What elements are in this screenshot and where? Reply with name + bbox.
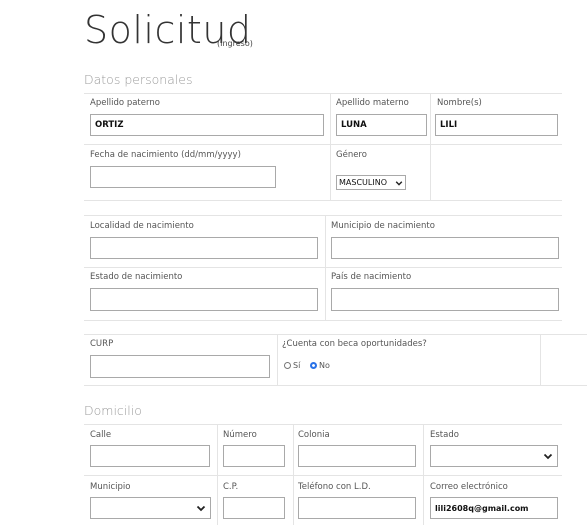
section-title-domicilio: Domicilio [84, 403, 142, 418]
label-telefono: Teléfono con L.D. [298, 482, 371, 492]
label-beca: ¿Cuenta con beca oportunidades? [282, 339, 427, 349]
divider [84, 144, 562, 145]
divider [217, 424, 218, 525]
divider [84, 215, 562, 216]
colonia-input[interactable] [298, 445, 416, 467]
label-apellido-paterno: Apellido paterno [90, 98, 160, 108]
label-calle: Calle [90, 430, 112, 440]
fecha-nacimiento-input[interactable] [90, 166, 276, 188]
divider [423, 424, 424, 525]
divider [430, 93, 431, 200]
section-title-personal: Datos personales [84, 72, 193, 87]
divider [84, 267, 562, 268]
label-estado: Estado [430, 430, 459, 440]
label-municipio-nacimiento: Municipio de nacimiento [331, 221, 435, 231]
apellido-paterno-input[interactable] [90, 114, 324, 136]
label-nombres: Nombre(s) [437, 98, 482, 108]
divider [84, 93, 562, 94]
divider [84, 320, 562, 321]
divider [84, 385, 587, 386]
calle-input[interactable] [90, 445, 210, 467]
label-localidad: Localidad de nacimiento [90, 221, 194, 231]
divider [84, 475, 562, 476]
label-pais-nacimiento: País de nacimiento [331, 272, 412, 282]
nombres-input[interactable] [435, 114, 558, 136]
beca-radio-si[interactable] [284, 362, 291, 369]
label-numero: Número [223, 430, 257, 440]
municipio-select[interactable] [90, 497, 211, 519]
label-cp: C.P. [223, 482, 239, 492]
municipio-nacimiento-input[interactable] [331, 237, 559, 259]
genero-select[interactable]: MASCULINO [336, 175, 406, 190]
beca-radio-no[interactable] [310, 362, 317, 369]
page-subtitle: (Ingreso) [217, 39, 253, 48]
divider [293, 424, 294, 525]
label-estado-nacimiento: Estado de nacimiento [90, 272, 183, 282]
estado-nacimiento-input[interactable] [90, 288, 318, 311]
cp-input[interactable] [223, 497, 285, 519]
divider [325, 215, 326, 320]
chevron-down-icon [543, 453, 553, 460]
label-curp: CURP [90, 339, 114, 349]
divider [84, 200, 562, 201]
label-municipio: Municipio [90, 482, 131, 492]
label-genero: Género [336, 150, 367, 160]
divider [330, 93, 331, 200]
beca-radio-si-label: Sí [293, 361, 301, 370]
label-correo: Correo electrónico [430, 482, 508, 492]
divider [540, 334, 541, 385]
apellido-materno-input[interactable] [336, 114, 427, 136]
telefono-input[interactable] [298, 497, 416, 519]
estado-select[interactable] [430, 445, 558, 467]
divider [277, 334, 278, 385]
divider [84, 334, 587, 335]
correo-input[interactable] [430, 497, 558, 519]
chevron-down-icon [395, 180, 403, 186]
pais-nacimiento-input[interactable] [331, 288, 559, 311]
label-apellido-materno: Apellido materno [336, 98, 409, 108]
label-fecha-nacimiento: Fecha de nacimiento (dd/mm/yyyy) [90, 150, 241, 160]
label-colonia: Colonia [298, 430, 330, 440]
chevron-down-icon [196, 505, 206, 512]
localidad-input[interactable] [90, 237, 318, 259]
divider [84, 424, 562, 425]
curp-input[interactable] [90, 355, 270, 378]
beca-radio-no-label: No [319, 361, 330, 370]
numero-input[interactable] [223, 445, 285, 467]
genero-select-value: MASCULINO [339, 178, 387, 187]
